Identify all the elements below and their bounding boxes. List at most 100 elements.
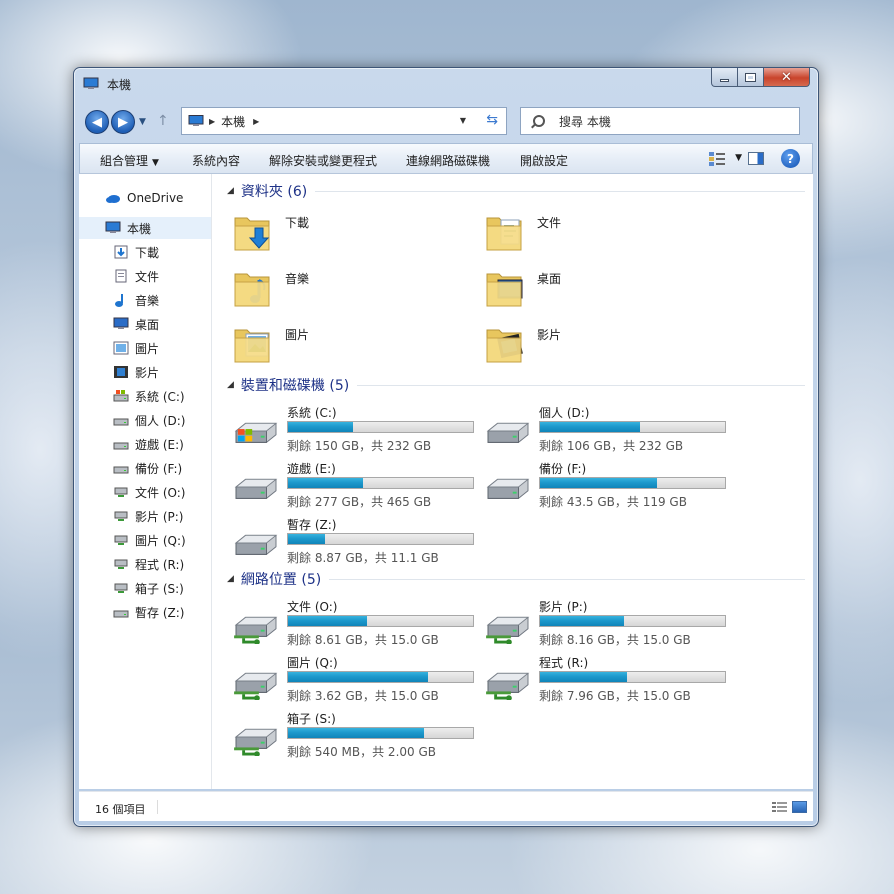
collapse-caret-icon[interactable]: ◢ [227,574,234,584]
sidebar-item[interactable]: 備份 (F:) [79,457,211,479]
drive-tile[interactable]: 系統 (C:) 剩餘 150 GB，共 232 GB [231,404,481,454]
free-space-text: 剩餘 43.5 GB，共 119 GB [539,495,687,509]
drive-tile[interactable]: 備份 (F:) 剩餘 43.5 GB，共 119 GB [483,460,733,510]
drive-icon [113,461,129,475]
drive-icon [483,410,533,450]
sidebar-item[interactable]: 個人 (D:) [79,409,211,431]
capacity-used-fill [288,728,425,738]
large-icons-view-icon[interactable] [792,801,807,813]
network-drive-icon [113,557,129,571]
search-icon [533,115,545,127]
up-button[interactable]: ↑ [157,113,169,129]
folder-tile[interactable]: 圖片 [233,322,433,372]
network-drive-icon [483,604,533,645]
network-location-tile[interactable]: 圖片 (Q:) 剩餘 3.62 GB，共 15.0 GB [231,654,481,704]
map-network-drive-button[interactable]: 連線網路磁碟機 [406,152,490,169]
drive-tile[interactable]: 遊戲 (E:) 剩餘 277 GB，共 465 GB [231,460,481,510]
system-properties-button[interactable]: 系統內容 [192,152,240,169]
folder-tile[interactable]: 影片 [485,322,685,372]
sidebar-item-label: 本機 [127,221,152,236]
navigation-bar: ◀ ▶ ▼ ↑ ▶ 本機 ▶ ▼ ⇆ 搜尋 本機 [74,104,818,138]
change-view-icon[interactable] [708,151,726,167]
recent-locations-dropdown[interactable]: ▼ [139,117,146,127]
status-divider [157,800,158,814]
folder-tile[interactable]: 下載 [233,210,433,260]
breadcrumb-chevron-icon[interactable]: ▶ [209,117,215,126]
maximize-button[interactable] [738,68,764,87]
search-box[interactable]: 搜尋 本機 [520,107,800,135]
breadcrumb-this-pc[interactable]: 本機 [221,113,245,130]
documents-folder-icon [485,210,525,254]
sidebar-item-label: 程式 (R:) [135,557,185,572]
group-header-network[interactable]: ◢ 網路位置 (5) [227,569,805,589]
sidebar-item-this-pc[interactable]: 本機 [79,217,211,239]
drive-icon [231,466,281,506]
close-button[interactable]: ✕ [764,68,810,87]
title-bar[interactable]: 本機 ✕ [74,68,818,98]
folder-tile[interactable]: 音樂 [233,266,433,316]
folder-tile[interactable]: 文件 [485,210,685,260]
forward-arrow-icon: ▶ [118,114,128,130]
organize-button[interactable]: 組合管理 ▼ [100,152,159,169]
folder-tile[interactable]: 桌面 [485,266,685,316]
collapse-caret-icon[interactable]: ◢ [227,380,234,390]
back-button[interactable]: ◀ [85,110,109,134]
search-input[interactable]: 搜尋 本機 [559,113,611,130]
sidebar-item-label: 暫存 (Z:) [135,605,185,620]
drive-tile[interactable]: 暫存 (Z:) 剩餘 8.87 GB，共 11.1 GB [231,516,481,566]
collapse-caret-icon[interactable]: ◢ [227,186,234,196]
network-location-tile[interactable]: 箱子 (S:) 剩餘 540 MB，共 2.00 GB [231,710,481,760]
desktop-folder-icon [485,266,525,310]
sidebar-item-label: 影片 [135,365,160,380]
sidebar-item[interactable]: 影片 [79,361,211,383]
group-header-devices[interactable]: ◢ 裝置和磁碟機 (5) [227,375,805,395]
pictures-folder-icon [233,322,273,366]
minimize-button[interactable] [711,68,738,87]
sidebar-item[interactable]: 文件 [79,265,211,287]
network-location-tile[interactable]: 影片 (P:) 剩餘 8.16 GB，共 15.0 GB [483,598,733,648]
group-title: 資料夾 (6) [240,184,308,200]
refresh-icon[interactable]: ⇆ [486,112,498,128]
help-icon[interactable]: ? [781,149,800,168]
network-drive-icon [113,533,129,547]
group-divider [329,578,805,580]
drive-name: 個人 (D:) [539,406,590,420]
network-drive-icon [231,660,281,701]
network-location-tile[interactable]: 文件 (O:) 剩餘 8.61 GB，共 15.0 GB [231,598,481,648]
sidebar-item[interactable]: 程式 (R:) [79,553,211,575]
free-space-text: 剩餘 8.87 GB，共 11.1 GB [287,551,439,565]
sidebar-item[interactable]: 音樂 [79,289,211,311]
group-header-folders[interactable]: ◢ 資料夾 (6) [227,181,805,201]
sidebar-item[interactable]: 文件 (O:) [79,481,211,503]
view-options-dropdown-icon[interactable]: ▼ [735,153,742,163]
sidebar-item[interactable]: 系統 (C:) [79,385,211,407]
capacity-used-fill [288,534,325,544]
videos-icon [113,365,129,379]
sidebar-item[interactable]: 下載 [79,241,211,263]
sidebar-item-onedrive[interactable]: OneDrive [79,187,211,209]
sidebar-item[interactable]: 圖片 [79,337,211,359]
open-control-panel-button[interactable]: 開啟設定 [520,152,568,169]
back-arrow-icon: ◀ [92,114,102,130]
drive-tile[interactable]: 個人 (D:) 剩餘 106 GB，共 232 GB [483,404,733,454]
details-view-icon[interactable] [772,801,787,813]
sidebar-item[interactable]: 影片 (P:) [79,505,211,527]
navigation-pane[interactable]: OneDrive 本機 下載文件音樂 桌面 圖片影片系統 (C:) 個人 (D:) 遊戲… [79,174,212,789]
sidebar-item[interactable]: 桌面 [79,313,211,335]
drive-name: 備份 (F:) [539,462,587,476]
sidebar-item[interactable]: 暫存 (Z:) [79,601,211,623]
sidebar-item-label: 下載 [135,245,160,260]
explorer-window: 本機 ✕ ◀ ▶ ▼ ↑ ▶ 本機 ▶ ▼ ⇆ 搜尋 本機 組合管理 ▼ 系統內… [73,67,819,827]
music-folder-icon [233,266,273,310]
sidebar-item[interactable]: 圖片 (Q:) [79,529,211,551]
preview-pane-icon[interactable] [748,152,764,165]
sidebar-item[interactable]: 箱子 (S:) [79,577,211,599]
breadcrumb-chevron-icon[interactable]: ▶ [253,117,259,126]
sidebar-item[interactable]: 遊戲 (E:) [79,433,211,455]
network-location-tile[interactable]: 程式 (R:) 剩餘 7.96 GB，共 15.0 GB [483,654,733,704]
address-bar[interactable]: ▶ 本機 ▶ ▼ ⇆ [181,107,507,135]
sidebar-item-label: 文件 [135,269,160,284]
address-history-dropdown-icon[interactable]: ▼ [460,116,466,125]
uninstall-program-button[interactable]: 解除安裝或變更程式 [269,152,377,169]
forward-button[interactable]: ▶ [111,110,135,134]
